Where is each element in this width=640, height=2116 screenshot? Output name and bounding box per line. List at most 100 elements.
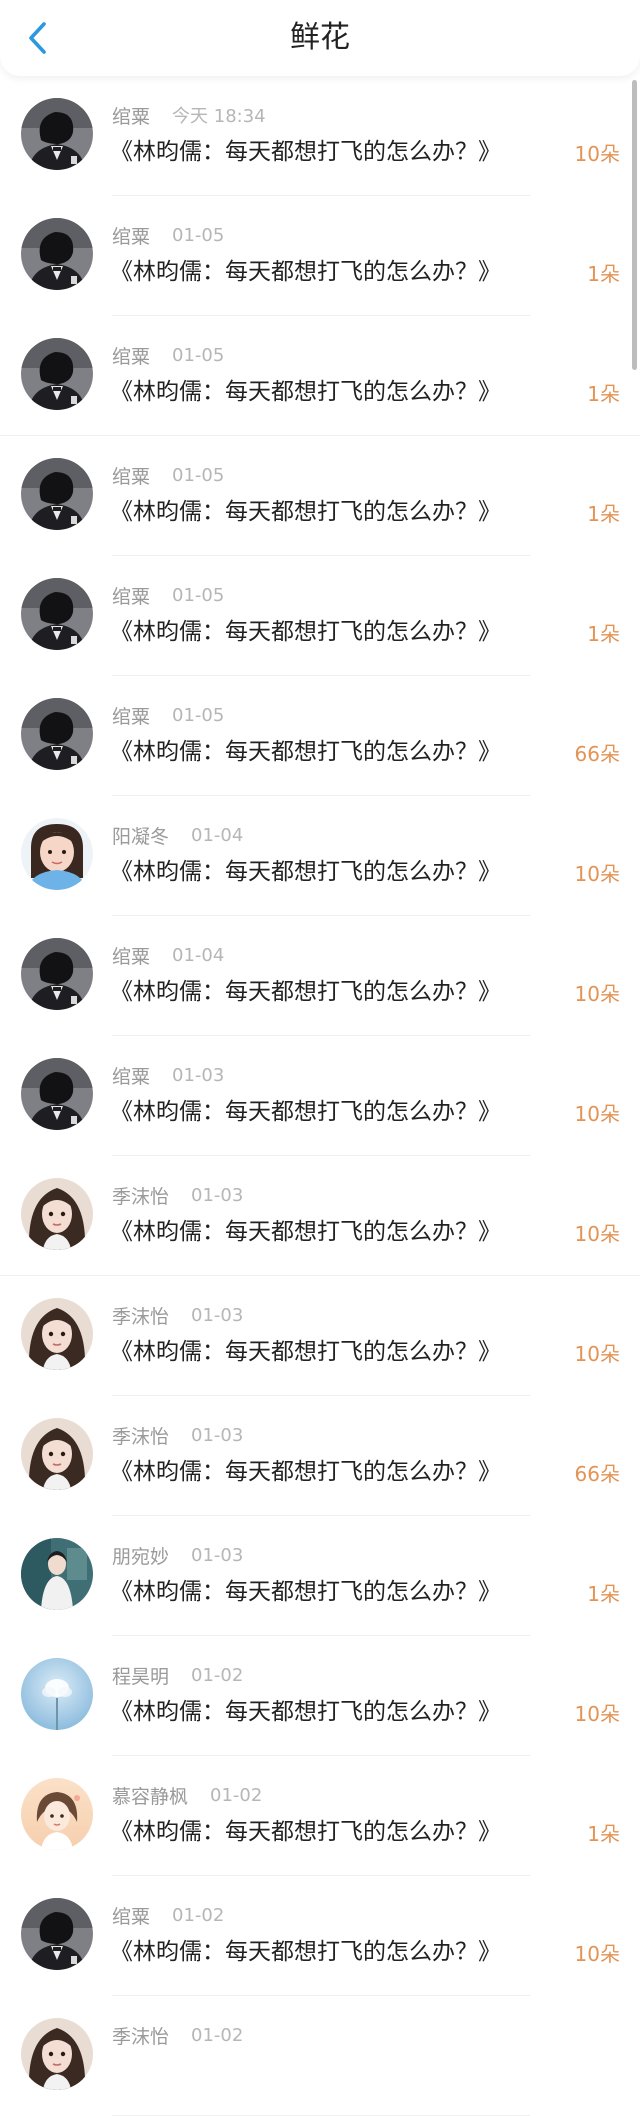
flower-count: 10朵 — [574, 1702, 620, 1726]
record-content[interactable]: 《林昀儒：每天都想打飞的怎么办？》 — [110, 1814, 501, 1850]
list-item[interactable]: 绾粟 01-05 《林昀儒：每天都想打飞的怎么办？》 1朵 — [0, 436, 640, 556]
record-meta: 绾粟 01-05 — [112, 222, 224, 248]
list-item[interactable]: 朋宛妙 01-03 《林昀儒：每天都想打飞的怎么办？》 1朵 — [0, 1516, 640, 1636]
record-content[interactable]: 《林昀儒：每天都想打飞的怎么办？》 — [110, 734, 501, 770]
record-time: 01-04 — [191, 824, 244, 846]
flower-count: 10朵 — [574, 1942, 620, 1966]
flower-count: 10朵 — [574, 982, 620, 1006]
record-content[interactable]: 《林昀儒：每天都想打飞的怎么办？》 — [110, 1454, 501, 1490]
record-time: 01-05 — [172, 464, 225, 486]
sender-name[interactable]: 绾粟 — [112, 942, 150, 969]
record-content[interactable]: 《林昀儒：每天都想打飞的怎么办？》 — [110, 1334, 501, 1370]
record-meta: 阳凝冬 01-04 — [112, 822, 243, 848]
record-content[interactable]: 《林昀儒：每天都想打飞的怎么办？》 — [110, 1574, 501, 1610]
record-meta: 季沫怡 01-03 — [112, 1182, 243, 1208]
user-dark-avatar[interactable] — [21, 218, 93, 290]
list-item[interactable]: 程昊明 01-02 《林昀儒：每天都想打飞的怎么办？》 10朵 — [0, 1636, 640, 1756]
flower-count: 66朵 — [574, 1462, 620, 1486]
list-item[interactable]: 绾粟 01-05 《林昀儒：每天都想打飞的怎么办？》 1朵 — [0, 196, 640, 316]
record-time: 01-02 — [191, 1664, 244, 1686]
flower-count: 1朵 — [587, 502, 620, 526]
record-content[interactable]: 《林昀儒：每天都想打飞的怎么办？》 — [110, 494, 501, 530]
record-meta: 朋宛妙 01-03 — [112, 1542, 243, 1568]
list-item[interactable]: 阳凝冬 01-04 《林昀儒：每天都想打飞的怎么办？》 10朵 — [0, 796, 640, 916]
user-dark-avatar[interactable] — [21, 578, 93, 650]
flower-count: 1朵 — [587, 622, 620, 646]
record-meta: 绾粟 01-05 — [112, 702, 224, 728]
sender-name[interactable]: 季沫怡 — [112, 1422, 169, 1449]
user-cartoon-avatar[interactable] — [21, 1778, 93, 1850]
sender-name[interactable]: 季沫怡 — [112, 1302, 169, 1329]
record-time: 今天 18:34 — [172, 106, 266, 127]
user-dark-avatar[interactable] — [21, 1058, 93, 1130]
record-time: 01-03 — [191, 1544, 244, 1566]
record-content[interactable]: 《林昀儒：每天都想打飞的怎么办？》 — [110, 254, 501, 290]
record-content[interactable]: 《林昀儒：每天都想打飞的怎么办？》 — [110, 1094, 501, 1130]
record-content[interactable]: 《林昀儒：每天都想打飞的怎么办？》 — [110, 854, 501, 890]
user-blue-avatar[interactable] — [21, 818, 93, 890]
record-content[interactable]: 《林昀儒：每天都想打飞的怎么办？》 — [110, 1934, 501, 1970]
sender-name[interactable]: 绾粟 — [112, 1062, 150, 1089]
flower-count: 10朵 — [574, 1102, 620, 1126]
user-dark-avatar[interactable] — [21, 458, 93, 530]
list-item[interactable]: 慕容静枫 01-02 《林昀儒：每天都想打飞的怎么办？》 1朵 — [0, 1756, 640, 1876]
user-teal-avatar[interactable] — [21, 1538, 93, 1610]
sender-name[interactable]: 绾粟 — [112, 342, 150, 369]
flower-count: 10朵 — [574, 862, 620, 886]
record-content[interactable]: 《林昀儒：每天都想打飞的怎么办？》 — [110, 1214, 501, 1250]
record-time: 01-05 — [172, 584, 225, 606]
record-content[interactable]: 《林昀儒：每天都想打飞的怎么办？》 — [110, 614, 501, 650]
user-girl-avatar[interactable] — [21, 1418, 93, 1490]
user-dark-avatar[interactable] — [21, 1898, 93, 1970]
flower-record-list: 绾粟 今天 18:34 《林昀儒：每天都想打飞的怎么办？》 10朵 绾粟 01-05 《林昀… — [0, 76, 640, 2116]
list-item[interactable]: 季沫怡 01-02 — [0, 1996, 640, 2116]
record-time: 01-02 — [210, 1784, 263, 1806]
list-item[interactable]: 绾粟 01-04 《林昀儒：每天都想打飞的怎么办？》 10朵 — [0, 916, 640, 1036]
user-dark-avatar[interactable] — [21, 938, 93, 1010]
list-item[interactable]: 季沫怡 01-03 《林昀儒：每天都想打飞的怎么办？》 66朵 — [0, 1396, 640, 1516]
sender-name[interactable]: 季沫怡 — [112, 1182, 169, 1209]
record-meta: 季沫怡 01-03 — [112, 1422, 243, 1448]
record-meta: 季沫怡 01-03 — [112, 1302, 243, 1328]
sender-name[interactable]: 绾粟 — [112, 582, 150, 609]
list-item[interactable]: 季沫怡 01-03 《林昀儒：每天都想打飞的怎么办？》 10朵 — [0, 1156, 640, 1276]
sender-name[interactable]: 绾粟 — [112, 222, 150, 249]
flower-count: 10朵 — [574, 142, 620, 166]
sender-name[interactable]: 阳凝冬 — [112, 822, 169, 849]
record-content[interactable]: 《林昀儒：每天都想打飞的怎么办？》 — [110, 1694, 501, 1730]
user-dark-avatar[interactable] — [21, 338, 93, 410]
sender-name[interactable]: 程昊明 — [112, 1662, 169, 1689]
sender-name[interactable]: 慕容静枫 — [112, 1782, 188, 1809]
list-item[interactable]: 绾粟 01-05 《林昀儒：每天都想打飞的怎么办？》 1朵 — [0, 556, 640, 676]
sender-name[interactable]: 绾粟 — [112, 102, 150, 129]
scrollbar[interactable] — [632, 80, 637, 370]
record-time: 01-05 — [172, 224, 225, 246]
list-item[interactable]: 季沫怡 01-03 《林昀儒：每天都想打飞的怎么办？》 10朵 — [0, 1276, 640, 1396]
list-item[interactable]: 绾粟 01-05 《林昀儒：每天都想打飞的怎么办？》 1朵 — [0, 316, 640, 436]
user-dark-avatar[interactable] — [21, 98, 93, 170]
list-item[interactable]: 绾粟 01-02 《林昀儒：每天都想打飞的怎么办？》 10朵 — [0, 1876, 640, 1996]
record-time: 01-05 — [172, 704, 225, 726]
list-item[interactable]: 绾粟 今天 18:34 《林昀儒：每天都想打飞的怎么办？》 10朵 — [0, 76, 640, 196]
list-item[interactable]: 绾粟 01-05 《林昀儒：每天都想打飞的怎么办？》 66朵 — [0, 676, 640, 796]
record-meta: 绾粟 01-05 — [112, 342, 224, 368]
user-girl-avatar[interactable] — [21, 1298, 93, 1370]
user-sky-avatar[interactable] — [21, 1658, 93, 1730]
record-content[interactable]: 《林昀儒：每天都想打飞的怎么办？》 — [110, 374, 501, 410]
record-meta: 绾粟 01-05 — [112, 462, 224, 488]
sender-name[interactable]: 朋宛妙 — [112, 1542, 169, 1569]
sender-name[interactable]: 绾粟 — [112, 462, 150, 489]
record-meta: 绾粟 01-02 — [112, 1902, 224, 1928]
user-girl-avatar[interactable] — [21, 2018, 93, 2090]
sender-name[interactable]: 绾粟 — [112, 702, 150, 729]
sender-name[interactable]: 季沫怡 — [112, 2022, 169, 2049]
record-content[interactable]: 《林昀儒：每天都想打飞的怎么办？》 — [110, 134, 501, 170]
record-content[interactable]: 《林昀儒：每天都想打飞的怎么办？》 — [110, 974, 501, 1010]
page-title: 鲜花 — [290, 20, 350, 55]
user-girl-avatar[interactable] — [21, 1178, 93, 1250]
record-time: 01-03 — [172, 1064, 225, 1086]
record-meta: 绾粟 01-04 — [112, 942, 224, 968]
list-item[interactable]: 绾粟 01-03 《林昀儒：每天都想打飞的怎么办？》 10朵 — [0, 1036, 640, 1156]
sender-name[interactable]: 绾粟 — [112, 1902, 150, 1929]
user-dark-avatar[interactable] — [21, 698, 93, 770]
